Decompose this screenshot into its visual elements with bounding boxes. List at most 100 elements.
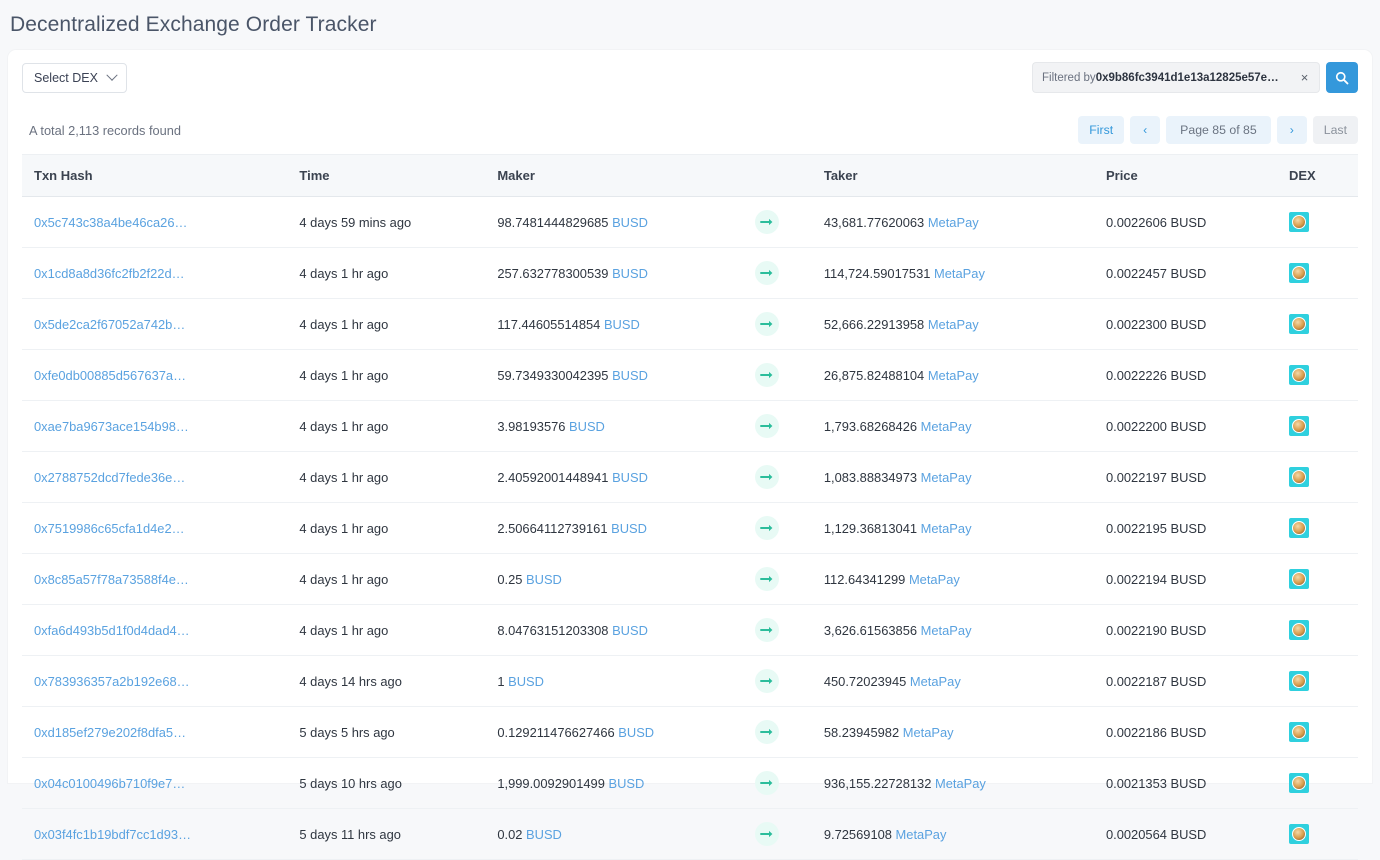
- table-row[interactable]: 0x04c0100496b710f9e7…5 days 10 hrs ago1,…: [22, 758, 1358, 809]
- maker-amount: 2.40592001448941: [497, 470, 608, 485]
- pagination-first[interactable]: First: [1078, 116, 1124, 144]
- txn-hash-link[interactable]: 0x03f4fc1b19bdf7cc1d93…: [34, 827, 191, 842]
- cell-price: 0.0022194 BUSD: [1106, 554, 1289, 605]
- maker-amount: 1: [497, 674, 504, 689]
- dex-select-dropdown[interactable]: Select DEX: [22, 63, 127, 93]
- search-button[interactable]: [1326, 62, 1358, 93]
- pancake-dex-icon[interactable]: [1289, 671, 1309, 691]
- table-head: Txn Hash Time Maker Taker Price DEX: [22, 155, 1358, 197]
- pancake-dex-icon-inner: [1292, 215, 1306, 229]
- column-header-taker[interactable]: Taker: [824, 155, 1106, 197]
- maker-token-link[interactable]: BUSD: [612, 470, 648, 485]
- pancake-dex-icon[interactable]: [1289, 773, 1309, 793]
- pancake-dex-icon[interactable]: [1289, 824, 1309, 844]
- pancake-dex-icon[interactable]: [1289, 569, 1309, 589]
- clear-filter-button[interactable]: ×: [1290, 62, 1320, 93]
- txn-hash-link[interactable]: 0x1cd8a8d36fc2fb2f22d…: [34, 266, 185, 281]
- cell-direction: [755, 350, 824, 401]
- txn-hash-link[interactable]: 0x8c85a57f78a73588f4e…: [34, 572, 189, 587]
- cell-maker: 0.129211476627466 BUSD: [497, 707, 755, 758]
- taker-token-link[interactable]: MetaPay: [921, 419, 972, 434]
- table-row[interactable]: 0xae7ba9673ace154b98…4 days 1 hr ago3.98…: [22, 401, 1358, 452]
- pancake-dex-icon[interactable]: [1289, 518, 1309, 538]
- filter-input[interactable]: Filtered by 0x9b86fc3941d1e13a12825e57e…: [1032, 62, 1290, 93]
- cell-dex: [1289, 299, 1358, 350]
- pancake-dex-icon[interactable]: [1289, 263, 1309, 283]
- maker-token-link[interactable]: BUSD: [612, 266, 648, 281]
- cell-direction: [755, 758, 824, 809]
- cell-maker: 0.25 BUSD: [497, 554, 755, 605]
- pancake-dex-icon[interactable]: [1289, 314, 1309, 334]
- txn-hash-link[interactable]: 0xae7ba9673ace154b98…: [34, 419, 189, 434]
- taker-token-link[interactable]: MetaPay: [928, 215, 979, 230]
- table-row[interactable]: 0x7519986c65cfa1d4e2…4 days 1 hr ago2.50…: [22, 503, 1358, 554]
- cell-direction: [755, 554, 824, 605]
- table-row[interactable]: 0xd185ef279e202f8dfa5…5 days 5 hrs ago0.…: [22, 707, 1358, 758]
- pagination-next[interactable]: ›: [1277, 116, 1307, 144]
- pancake-dex-icon[interactable]: [1289, 212, 1309, 232]
- table-row[interactable]: 0x8c85a57f78a73588f4e…4 days 1 hr ago0.2…: [22, 554, 1358, 605]
- column-header-maker[interactable]: Maker: [497, 155, 755, 197]
- maker-token-link[interactable]: BUSD: [569, 419, 605, 434]
- taker-token-link[interactable]: MetaPay: [921, 623, 972, 638]
- cell-dex: [1289, 248, 1358, 299]
- pancake-dex-icon[interactable]: [1289, 620, 1309, 640]
- txn-hash-link[interactable]: 0x2788752dcd7fede36e…: [34, 470, 185, 485]
- pagination-prev[interactable]: ‹: [1130, 116, 1160, 144]
- cell-dex: [1289, 197, 1358, 248]
- column-header-time[interactable]: Time: [299, 155, 497, 197]
- arrow-right-icon: [755, 567, 779, 591]
- taker-token-link[interactable]: MetaPay: [934, 266, 985, 281]
- table-row[interactable]: 0x03f4fc1b19bdf7cc1d93…5 days 11 hrs ago…: [22, 809, 1358, 860]
- maker-token-link[interactable]: BUSD: [612, 623, 648, 638]
- table-row[interactable]: 0x783936357a2b192e68…4 days 14 hrs ago1 …: [22, 656, 1358, 707]
- taker-token-link[interactable]: MetaPay: [909, 572, 960, 587]
- txn-hash-link[interactable]: 0x5c743c38a4be46ca26…: [34, 215, 187, 230]
- txn-hash-link[interactable]: 0x783936357a2b192e68…: [34, 674, 190, 689]
- maker-token-link[interactable]: BUSD: [604, 317, 640, 332]
- taker-amount: 3,626.61563856: [824, 623, 917, 638]
- taker-token-link[interactable]: MetaPay: [928, 317, 979, 332]
- txn-hash-link[interactable]: 0xfa6d493b5d1f0d4dad4…: [34, 623, 190, 638]
- txn-hash-link[interactable]: 0x5de2ca2f67052a742b…: [34, 317, 185, 332]
- maker-token-link[interactable]: BUSD: [612, 215, 648, 230]
- taker-token-link[interactable]: MetaPay: [921, 521, 972, 536]
- pancake-dex-icon[interactable]: [1289, 722, 1309, 742]
- taker-token-link[interactable]: MetaPay: [903, 725, 954, 740]
- taker-token-link[interactable]: MetaPay: [928, 368, 979, 383]
- maker-token-link[interactable]: BUSD: [526, 827, 562, 842]
- cell-dex: [1289, 656, 1358, 707]
- pancake-dex-icon[interactable]: [1289, 416, 1309, 436]
- maker-token-link[interactable]: BUSD: [611, 521, 647, 536]
- taker-token-link[interactable]: MetaPay: [921, 470, 972, 485]
- column-header-txn-hash[interactable]: Txn Hash: [22, 155, 299, 197]
- maker-token-link[interactable]: BUSD: [608, 776, 644, 791]
- txn-hash-link[interactable]: 0x04c0100496b710f9e7…: [34, 776, 185, 791]
- pagination-last[interactable]: Last: [1313, 116, 1358, 144]
- column-header-dex[interactable]: DEX: [1289, 155, 1358, 197]
- table-row[interactable]: 0x5de2ca2f67052a742b…4 days 1 hr ago117.…: [22, 299, 1358, 350]
- cell-price: 0.0022186 BUSD: [1106, 707, 1289, 758]
- pancake-dex-icon[interactable]: [1289, 365, 1309, 385]
- taker-token-link[interactable]: MetaPay: [896, 827, 947, 842]
- taker-token-link[interactable]: MetaPay: [910, 674, 961, 689]
- cell-taker: 112.64341299 MetaPay: [824, 554, 1106, 605]
- txn-hash-link[interactable]: 0xd185ef279e202f8dfa5…: [34, 725, 186, 740]
- taker-token-link[interactable]: MetaPay: [935, 776, 986, 791]
- table-row[interactable]: 0xfe0db00885d567637a…4 days 1 hr ago59.7…: [22, 350, 1358, 401]
- cell-maker: 257.632778300539 BUSD: [497, 248, 755, 299]
- cell-taker: 1,129.36813041 MetaPay: [824, 503, 1106, 554]
- maker-token-link[interactable]: BUSD: [526, 572, 562, 587]
- maker-token-link[interactable]: BUSD: [618, 725, 654, 740]
- table-row[interactable]: 0x5c743c38a4be46ca26…4 days 59 mins ago9…: [22, 197, 1358, 248]
- txn-hash-link[interactable]: 0x7519986c65cfa1d4e2…: [34, 521, 185, 536]
- cell-price: 0.0020564 BUSD: [1106, 809, 1289, 860]
- table-row[interactable]: 0x1cd8a8d36fc2fb2f22d…4 days 1 hr ago257…: [22, 248, 1358, 299]
- column-header-price[interactable]: Price: [1106, 155, 1289, 197]
- maker-token-link[interactable]: BUSD: [508, 674, 544, 689]
- maker-token-link[interactable]: BUSD: [612, 368, 648, 383]
- pancake-dex-icon[interactable]: [1289, 467, 1309, 487]
- table-row[interactable]: 0x2788752dcd7fede36e…4 days 1 hr ago2.40…: [22, 452, 1358, 503]
- txn-hash-link[interactable]: 0xfe0db00885d567637a…: [34, 368, 186, 383]
- table-row[interactable]: 0xfa6d493b5d1f0d4dad4…4 days 1 hr ago8.0…: [22, 605, 1358, 656]
